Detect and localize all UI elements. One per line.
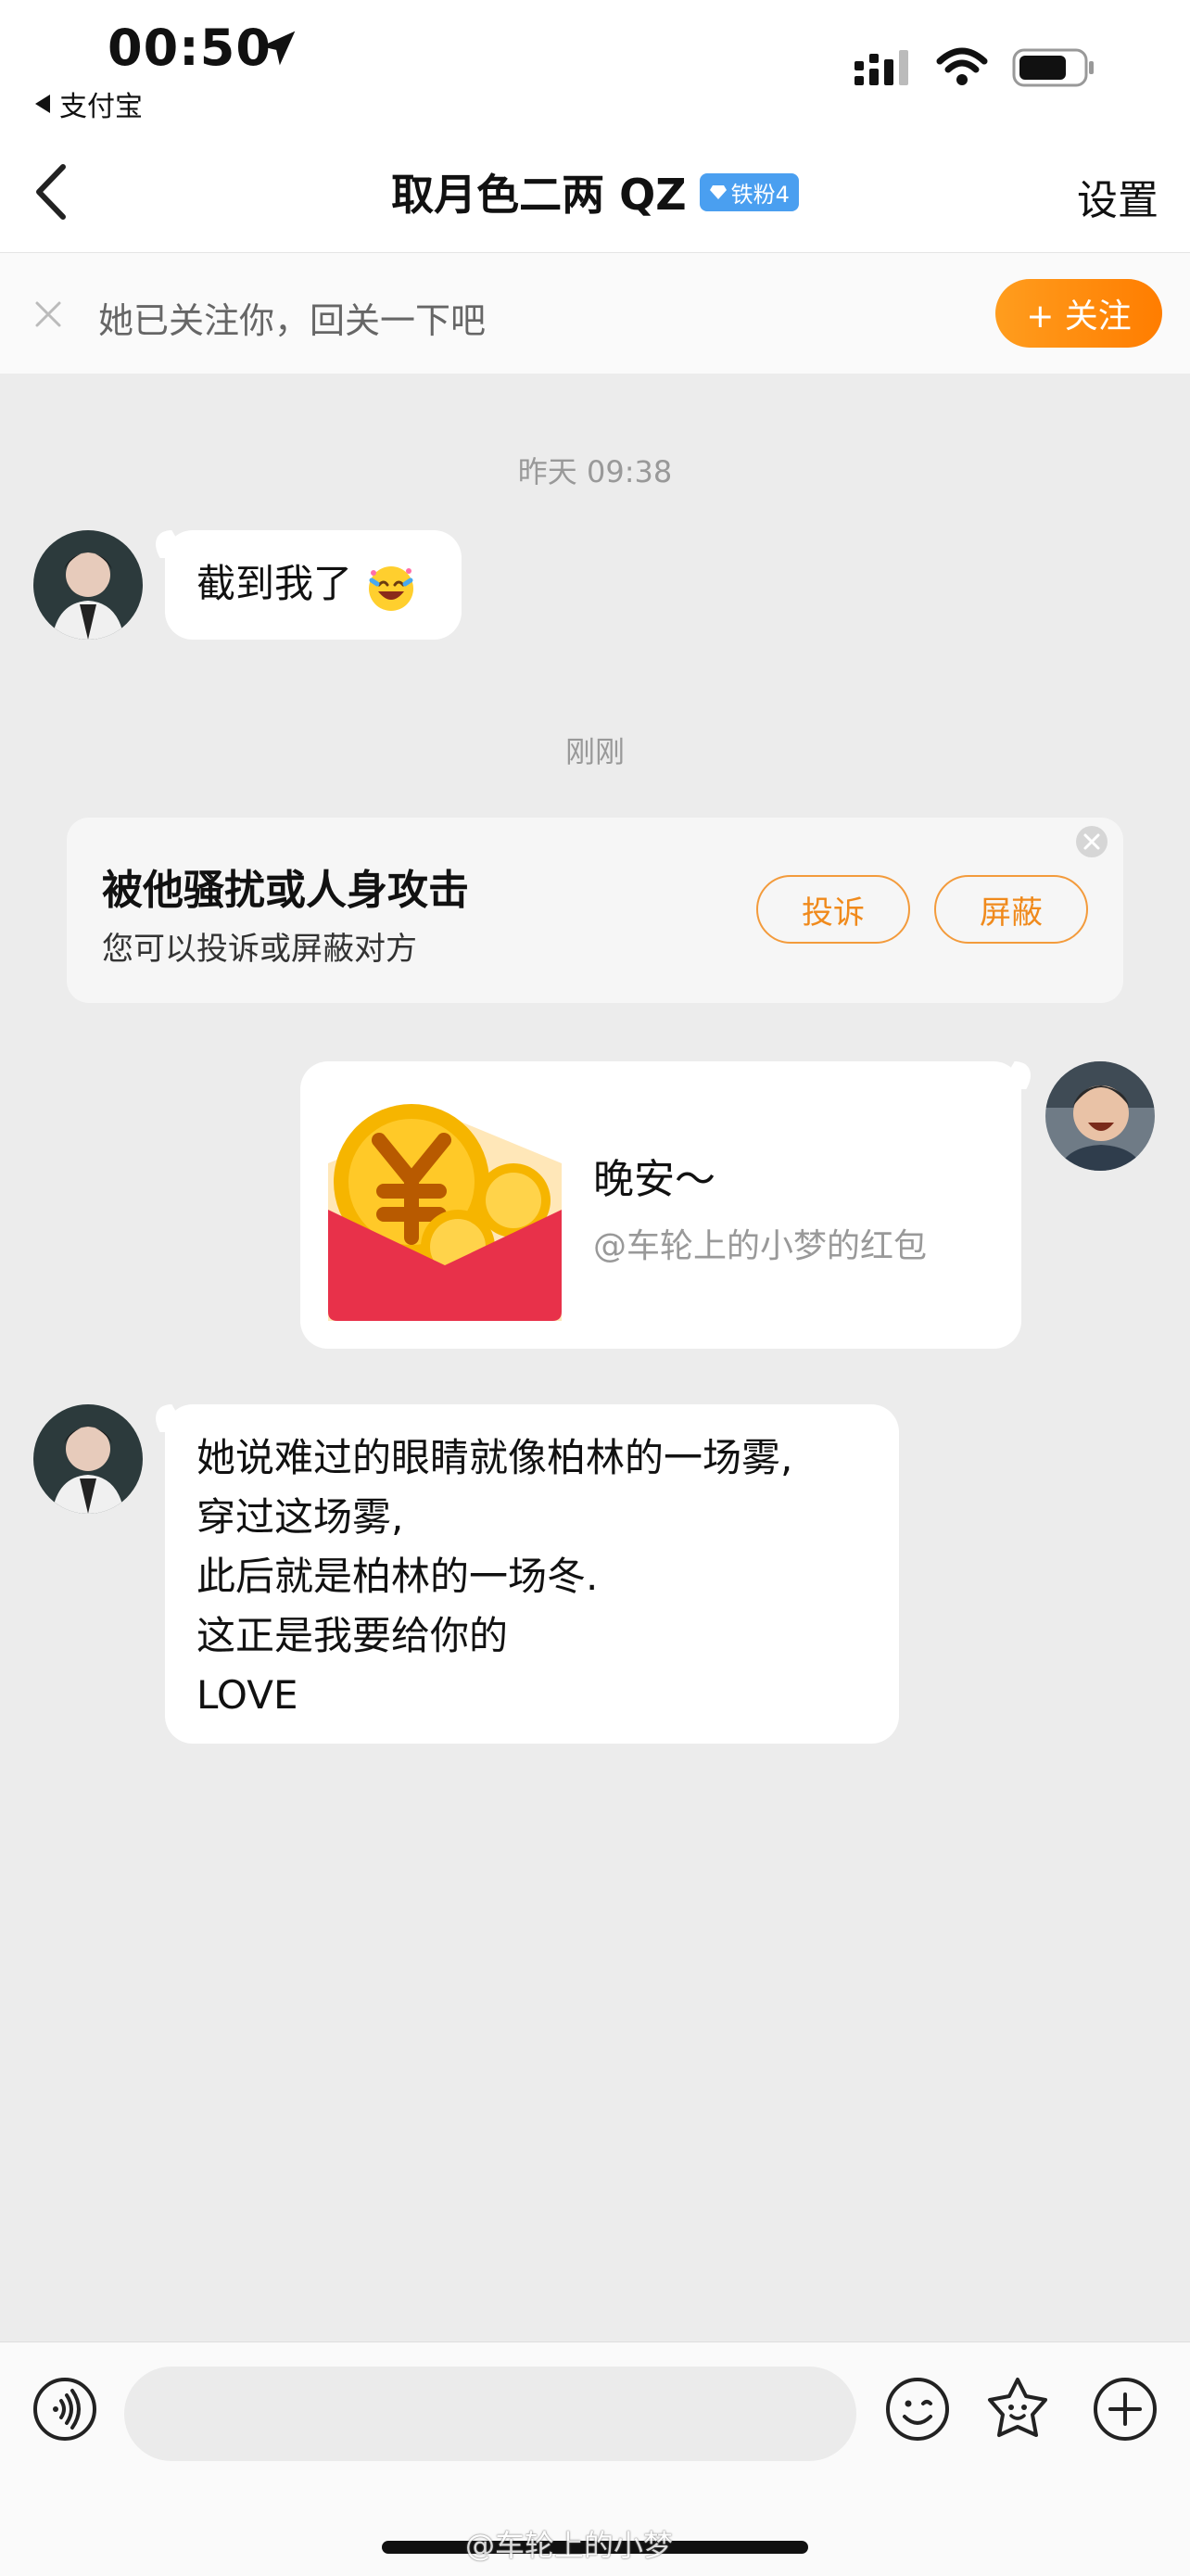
close-icon[interactable] <box>1075 825 1108 858</box>
timestamp: 昨天 09:38 <box>517 454 673 489</box>
message-input-bar: @车轮上的小梦 <box>0 2341 1190 2576</box>
complain-button[interactable]: 投诉 <box>756 875 910 944</box>
chat-title-text: 取月色二两 QZ <box>391 170 687 220</box>
settings-button[interactable]: 设置 <box>1077 167 1158 226</box>
back-to-app-button[interactable]: 支付宝 <box>35 83 143 124</box>
red-packet-message[interactable]: 晚安～ @车轮上的小梦的红包 <box>300 1061 1021 1349</box>
battery-icon <box>1012 48 1094 87</box>
wifi-icon <box>936 47 988 85</box>
close-icon[interactable] <box>32 298 65 331</box>
status-bar: 00:50 支付宝 <box>0 0 1190 139</box>
back-app-label: 支付宝 <box>59 91 143 123</box>
message-line: 这正是我要给你的 <box>196 1613 509 1658</box>
timestamp: 刚刚 <box>564 734 625 769</box>
report-subtitle: 您可以投诉或屏蔽对方 <box>102 931 417 968</box>
message-bubble[interactable]: 截到我了 <box>165 530 462 640</box>
harassment-report-card: 被他骚扰或人身攻击 您可以投诉或屏蔽对方 投诉 屏蔽 <box>67 818 1123 1003</box>
red-packet-subtitle: @车轮上的小梦的红包 <box>593 1227 928 1265</box>
avatar-sender[interactable] <box>33 530 143 640</box>
message-bubble[interactable]: 她说难过的眼睛就像柏林的一场雾, 穿过这场雾, 此后就是柏林的一场冬. 这正是我… <box>165 1404 899 1744</box>
avatar-sender[interactable] <box>33 1404 143 1514</box>
chat-header: 取月色二两 QZ 铁粉4 设置 <box>0 139 1190 253</box>
red-packet-title: 晚安～ <box>593 1156 715 1203</box>
block-button[interactable]: 屏蔽 <box>934 875 1088 944</box>
location-arrow-icon <box>260 31 296 66</box>
back-triangle-icon <box>35 95 50 113</box>
message-line: 穿过这场雾, <box>196 1494 404 1540</box>
emoji-icon[interactable] <box>884 2376 951 2443</box>
diamond-icon <box>709 185 727 199</box>
message-input[interactable] <box>124 2367 856 2461</box>
sticker-icon[interactable] <box>984 2376 1051 2443</box>
follow-back-text: 她已关注你，回关一下吧 <box>98 300 487 341</box>
follow-button[interactable]: + 关注 <box>995 279 1162 348</box>
message-line: 她说难过的眼睛就像柏林的一场雾, <box>196 1435 793 1480</box>
laughing-emoji-icon <box>369 565 414 611</box>
fan-level-badge: 铁粉4 <box>699 172 799 211</box>
message-line: LOVE <box>196 1672 298 1718</box>
report-title: 被他骚扰或人身攻击 <box>102 867 469 914</box>
signal-icon <box>855 50 908 85</box>
chat-title: 取月色二两 QZ 铁粉4 <box>0 161 1190 222</box>
watermark: @车轮上的小梦 <box>465 2528 674 2563</box>
red-packet-icon <box>328 1104 562 1321</box>
avatar-me[interactable] <box>1045 1061 1155 1171</box>
message-line: 此后就是柏林的一场冬. <box>196 1554 599 1599</box>
voice-icon[interactable] <box>32 2376 98 2443</box>
status-time: 00:50 <box>108 19 272 77</box>
message-text: 截到我了 <box>196 561 353 606</box>
plus-icon[interactable] <box>1092 2376 1158 2443</box>
follow-back-banner: 她已关注你，回关一下吧 + 关注 <box>0 253 1190 374</box>
fan-badge-text: 铁粉4 <box>730 181 790 208</box>
